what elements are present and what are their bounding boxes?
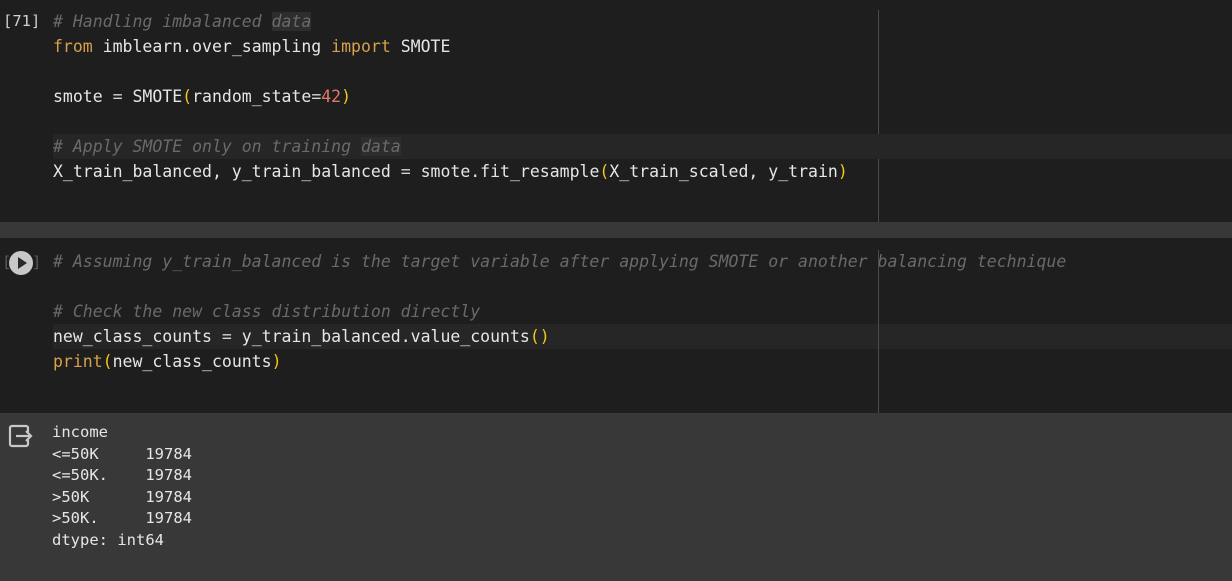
code-line-current: # Apply SMOTE only on training data (53, 134, 1232, 159)
comment-text: # Handling imbalanced (53, 12, 272, 31)
code-editor[interactable]: # Handling imbalanced data from imblearn… (53, 9, 1232, 184)
execution-count: [71] (3, 12, 41, 30)
output-line: <=50K. 19784 (52, 466, 192, 485)
output-line: dtype: int64 (52, 530, 164, 549)
argument: new_class_counts (112, 352, 272, 371)
operator: = (390, 162, 421, 181)
play-icon[interactable] (9, 251, 33, 275)
cell-separator (0, 222, 1232, 238)
bracket-right: ] (32, 253, 42, 271)
paren: ( (182, 87, 193, 106)
comment-highlight: data (360, 137, 401, 156)
arguments: X_train_scaled, y_train (609, 162, 838, 181)
paren: ) (837, 162, 848, 181)
code-line: # Assuming y_train_balanced is the targe… (53, 249, 1232, 274)
class-name: SMOTE (132, 87, 183, 106)
comment-text: # Assuming y_train_balanced is the targe… (53, 252, 1067, 271)
paren: ) (341, 87, 352, 106)
notebook: [71] # Handling imbalanced data from imb… (0, 0, 1232, 581)
code-cell-1[interactable]: [71] # Handling imbalanced data from imb… (0, 0, 1232, 222)
comment-text: # Check the new class distribution direc… (53, 302, 481, 321)
import-name: SMOTE (390, 37, 451, 56)
cell-output: income <=50K 19784 <=50K. 19784 >50K 19784 >… (0, 413, 1232, 581)
keyword-import: import (331, 37, 391, 56)
run-cell-area: [ ] (2, 251, 42, 275)
code-line: # Handling imbalanced data (53, 9, 1232, 34)
number-literal: 42 (321, 87, 342, 106)
builtin-function: print (53, 352, 103, 371)
operator: = (102, 87, 133, 106)
code-cell-2[interactable]: # Assuming y_train_balanced is the targe… (0, 238, 1232, 413)
paren: ) (271, 352, 282, 371)
code-line: smote = SMOTE(random_state=42) (53, 84, 1232, 109)
operator: = (311, 87, 322, 106)
output-line: <=50K 19784 (52, 444, 192, 463)
output-exit-icon[interactable] (8, 423, 34, 449)
keyword-from: from (53, 37, 93, 56)
comment-text: # Apply SMOTE only on training (53, 137, 361, 156)
output-line: >50K 19784 (52, 487, 192, 506)
assign-targets: X_train_balanced, y_train_balanced (53, 162, 391, 181)
paren: () (529, 327, 550, 346)
method-call: y_train_balanced.value_counts (241, 327, 530, 346)
output-line: >50K. 19784 (52, 509, 192, 528)
output-line: income (52, 423, 108, 441)
argument: random_state (192, 87, 312, 106)
code-line-current: new_class_counts = y_train_balanced.valu… (53, 324, 1232, 349)
code-line: from imblearn.over_sampling import SMOTE (53, 34, 1232, 59)
operator: = (211, 327, 242, 346)
code-line: X_train_balanced, y_train_balanced = smo… (53, 159, 1232, 184)
output-text: income <=50K 19784 <=50K. 19784 >50K 19784 >… (52, 422, 192, 552)
variable: new_class_counts (53, 327, 212, 346)
method-call: smote.fit_resample (420, 162, 600, 181)
paren: ( (599, 162, 610, 181)
line-length-ruler (878, 250, 879, 413)
code-editor[interactable]: # Assuming y_train_balanced is the targe… (53, 249, 1232, 374)
comment-highlight: data (271, 12, 312, 31)
paren: ( (102, 352, 113, 371)
code-line: print(new_class_counts) (53, 349, 1232, 374)
module-name: imblearn.over_sampling (92, 37, 332, 56)
variable: smote (53, 87, 103, 106)
code-line: # Check the new class distribution direc… (53, 299, 1232, 324)
